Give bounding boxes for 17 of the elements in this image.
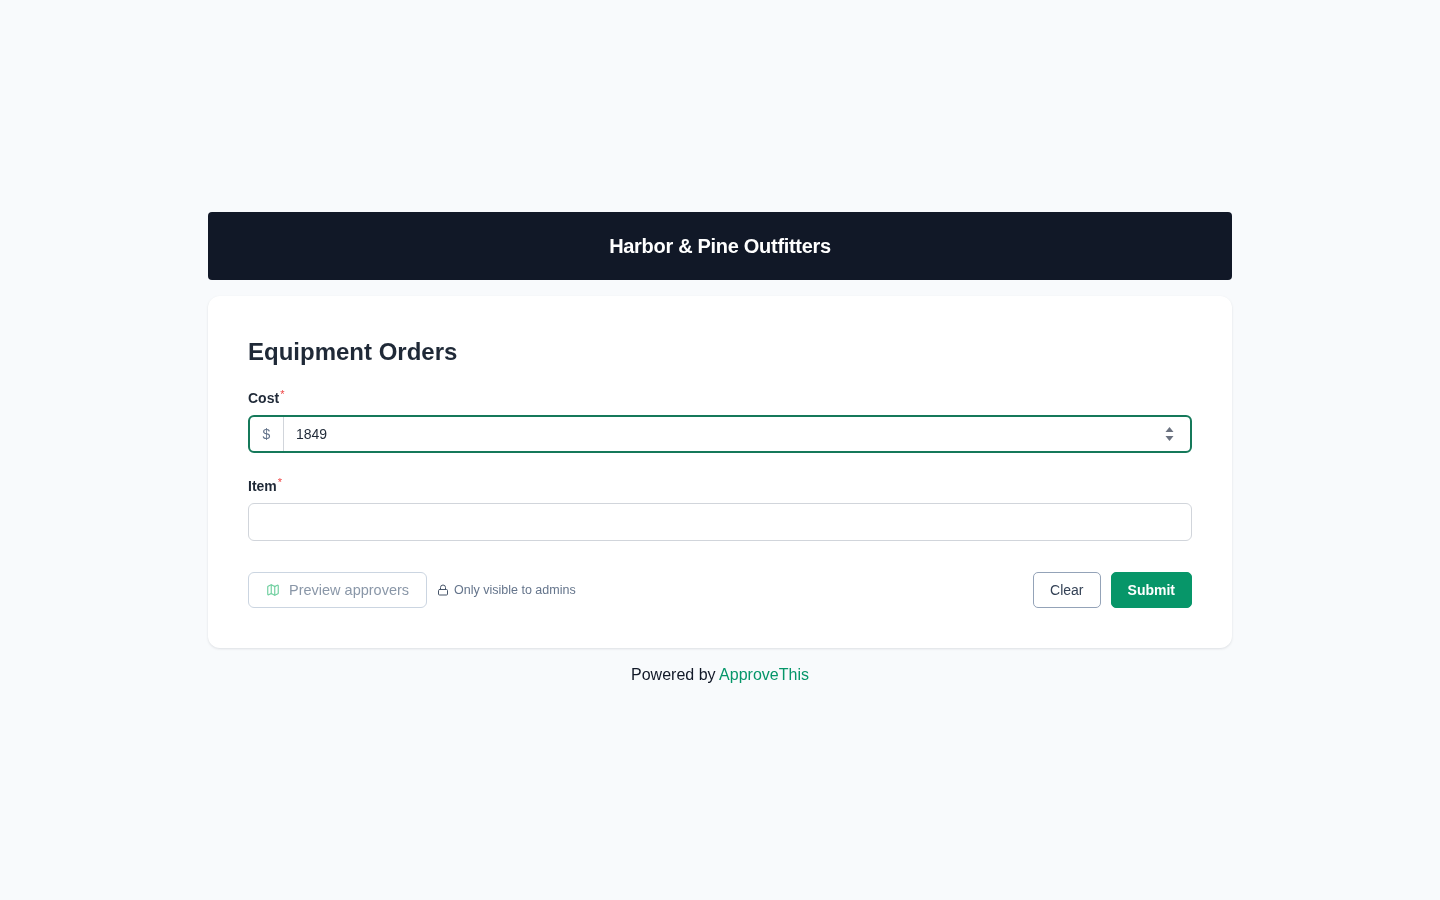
powered-by-text: Powered by ApproveThis	[631, 665, 809, 685]
required-asterisk: *	[277, 476, 283, 488]
currency-prefix: $	[250, 417, 284, 451]
text-input-field[interactable]	[248, 503, 1192, 541]
form-title: Equipment Orders	[248, 337, 458, 367]
required-asterisk: *	[280, 388, 285, 400]
stepper-arrows-icon[interactable]	[1165, 425, 1174, 443]
number-input-field[interactable]: $ 1849	[248, 415, 1192, 453]
field-label: Item	[248, 477, 277, 496]
map-icon	[266, 583, 280, 597]
lock-icon	[437, 584, 450, 596]
submit-button[interactable]: Submit	[1110, 572, 1192, 608]
visibility-note: Only visible to admins	[454, 583, 576, 597]
company-title: Harbor & Pine Outfitters	[609, 234, 831, 258]
approvethis-link[interactable]: ApproveThis	[719, 666, 809, 683]
field-label: Cost	[248, 389, 280, 408]
clear-button[interactable]: Clear	[1033, 572, 1101, 608]
